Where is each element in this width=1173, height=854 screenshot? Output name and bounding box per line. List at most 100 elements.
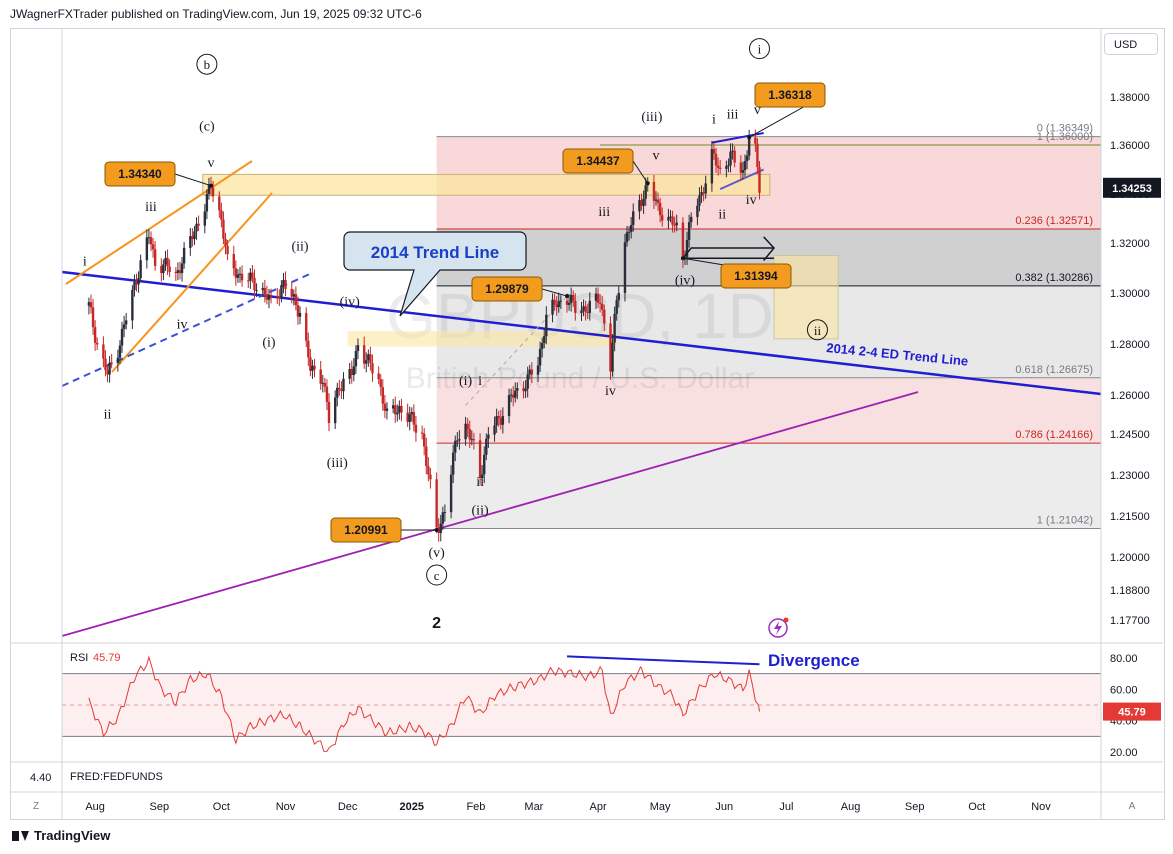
candle-body	[168, 266, 171, 273]
candle-body	[280, 285, 283, 298]
candle-body	[497, 416, 500, 419]
event-dot-icon	[783, 617, 789, 623]
candle-body	[412, 412, 416, 425]
candle-body	[120, 328, 124, 346]
candle-body	[174, 272, 178, 274]
fib-label-3: 0.382 (1.30286)	[1015, 272, 1093, 284]
wave-label: (c)	[199, 120, 215, 135]
chart-canvas[interactable]: 0 (1.36349)1 (1.36000)0.236 (1.32571)0.3…	[0, 0, 1173, 854]
candle-body	[625, 232, 629, 243]
candle-body	[485, 438, 488, 455]
price-label-dot	[747, 135, 752, 140]
candle-body	[164, 257, 167, 265]
candle-body	[758, 167, 761, 193]
candle-body	[586, 311, 589, 313]
price-label-text: 1.31394	[734, 269, 778, 283]
candle-body	[638, 200, 641, 212]
wave-label: ii	[104, 407, 112, 422]
candle-body	[189, 236, 192, 248]
candle-body	[582, 306, 585, 311]
wave-label: v	[653, 149, 660, 164]
price-tick: 1.30000	[1110, 288, 1150, 300]
candle-body	[423, 433, 426, 447]
candle-body	[611, 342, 614, 372]
candle-body	[182, 247, 186, 264]
fedfunds-label: FRED:FEDFUNDS	[70, 771, 163, 783]
wave-label: iv	[605, 384, 616, 399]
candle-body	[93, 327, 97, 343]
time-tick: Dec	[338, 801, 358, 813]
z-button: Z	[33, 801, 39, 812]
wave-label: (iii)	[641, 110, 662, 125]
tradingview-logo-icon	[12, 830, 30, 842]
price-label-text: 1.20991	[344, 523, 388, 537]
divergence-line	[566, 655, 760, 666]
tradingview-logo[interactable]: TradingView	[12, 828, 110, 843]
candle-body	[294, 294, 298, 306]
currency-button[interactable]: USD	[1104, 33, 1158, 55]
candle-body	[702, 192, 705, 194]
candle-body	[396, 412, 399, 415]
candle-body	[567, 302, 571, 305]
candle-body	[551, 299, 554, 315]
fib-band-4	[436, 443, 1101, 529]
candle-body	[733, 150, 736, 163]
time-tick: Nov	[1031, 801, 1051, 813]
candle-body	[321, 382, 324, 384]
candle-body	[528, 369, 531, 375]
candle-body	[203, 211, 207, 226]
fib-label-2: 0.236 (1.32571)	[1015, 215, 1093, 227]
candle-body	[565, 300, 569, 305]
price-tick: 1.20000	[1110, 552, 1150, 564]
candle-body	[394, 405, 397, 415]
candle-body	[669, 216, 672, 218]
candle-body	[464, 423, 467, 440]
candle-body	[493, 425, 496, 435]
candle-body	[594, 293, 598, 301]
candle-body	[511, 394, 515, 398]
candle-body	[667, 217, 670, 221]
wave-label: (ii)	[291, 240, 308, 255]
candle-body	[553, 299, 556, 305]
time-tick: Oct	[213, 801, 230, 813]
candle-body	[410, 412, 413, 415]
candle-body	[253, 277, 256, 291]
candle-body	[425, 446, 428, 467]
candle-body	[307, 340, 310, 358]
candle-body	[681, 222, 685, 260]
candle-body	[675, 222, 678, 226]
candle-body	[137, 278, 140, 285]
candle-body	[478, 440, 482, 478]
candle-body	[162, 264, 165, 274]
candle-body	[468, 429, 471, 440]
candle-body	[226, 245, 229, 255]
candle-body	[623, 242, 627, 294]
candle-body	[313, 365, 316, 370]
price-tick: 1.24500	[1110, 429, 1150, 441]
candle-body	[507, 395, 511, 417]
candle-body	[238, 273, 242, 275]
candle-body	[319, 369, 322, 384]
rsi-label: RSI	[70, 652, 88, 664]
candle-body	[193, 231, 196, 240]
price-tick: 1.18800	[1110, 585, 1150, 597]
candle-body	[356, 345, 360, 351]
candle-body	[263, 287, 267, 295]
candle-body	[700, 192, 703, 196]
candle-body	[400, 405, 403, 413]
candle-body	[627, 231, 631, 233]
candle-body	[632, 211, 635, 225]
wave-label: (i)	[459, 374, 473, 389]
candle-body	[247, 280, 250, 282]
candle-body	[298, 312, 302, 317]
candle-body	[741, 170, 745, 173]
candle-body	[276, 296, 279, 298]
candle-body	[197, 223, 200, 226]
candle-body	[334, 397, 337, 424]
time-tick: Oct	[968, 801, 985, 813]
candle-body	[671, 216, 674, 225]
wave-label: iii	[727, 108, 739, 123]
time-tick: Sep	[905, 801, 925, 813]
candle-body	[379, 379, 382, 388]
candle-body	[538, 348, 542, 366]
